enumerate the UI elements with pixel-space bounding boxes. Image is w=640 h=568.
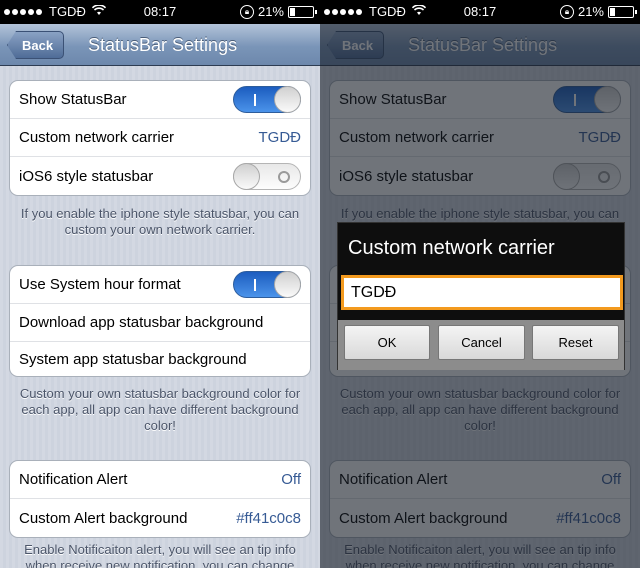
- signal-strength-icon: [4, 8, 42, 15]
- dialog-button-bar: OK Cancel Reset: [338, 320, 624, 370]
- notification-alert-row[interactable]: Notification Alert Off: [10, 461, 310, 499]
- statusbar-settings-group: Show StatusBar Custom network carrier TG…: [9, 80, 311, 196]
- wifi-icon: [411, 3, 426, 19]
- hour-background-group: Use System hour format Download app stat…: [9, 265, 311, 377]
- rotation-lock-icon: 🔒︎: [239, 4, 254, 19]
- carrier-name: TGDĐ: [49, 4, 86, 19]
- background-footer-text: Custom your own statusbar background col…: [19, 386, 301, 433]
- alert-group: Notification Alert Off Custom Alert back…: [9, 460, 311, 538]
- dialog-title: Custom network carrier: [348, 237, 555, 259]
- system-hour-label: Use System hour format: [19, 276, 181, 293]
- battery-percent: 21%: [257, 4, 284, 19]
- custom-carrier-value: TGDĐ: [258, 129, 302, 146]
- status-bar: TGDĐ 08:17 🔒︎ 21%: [320, 0, 640, 24]
- alert-footer-text: Enable Notificaiton alert, you will see …: [24, 542, 296, 568]
- carrier-name: TGDĐ: [369, 4, 406, 19]
- download-bg-row[interactable]: Download app statusbar background: [10, 304, 310, 342]
- rotation-lock-icon: 🔒︎: [559, 4, 574, 19]
- custom-carrier-label: Custom network carrier: [19, 129, 175, 146]
- cancel-button[interactable]: Cancel: [438, 325, 525, 360]
- custom-carrier-row[interactable]: Custom network carrier TGDĐ: [10, 119, 310, 157]
- download-bg-label: Download app statusbar background: [19, 314, 264, 331]
- back-button[interactable]: Back: [7, 31, 65, 59]
- battery-icon: [608, 5, 637, 18]
- navigation-bar: Back StatusBar Settings: [0, 24, 320, 66]
- show-statusbar-label: Show StatusBar: [19, 91, 127, 108]
- status-bar: TGDĐ 08:17 🔒︎ 21%: [0, 0, 320, 24]
- system-hour-toggle[interactable]: [233, 271, 301, 298]
- custom-alert-bg-row[interactable]: Custom Alert background #ff41c0c8: [10, 499, 310, 537]
- show-statusbar-row[interactable]: Show StatusBar: [10, 81, 310, 119]
- system-bg-label: System app statusbar background: [19, 350, 247, 368]
- custom-alert-bg-label: Custom Alert background: [19, 509, 188, 527]
- ios6-style-toggle[interactable]: [233, 162, 301, 190]
- carrier-dialog: Custom network carrier TGDĐ OK Cancel Re…: [337, 222, 625, 370]
- battery-percent: 21%: [577, 4, 604, 19]
- ios6-style-label: iOS6 style statusbar: [19, 167, 154, 185]
- system-bg-row[interactable]: System app statusbar background: [10, 342, 310, 376]
- notification-alert-label: Notification Alert: [19, 471, 128, 488]
- battery-icon: [288, 5, 317, 18]
- page-title: StatusBar Settings: [88, 34, 238, 55]
- reset-button[interactable]: Reset: [532, 325, 619, 360]
- show-statusbar-toggle[interactable]: [233, 86, 301, 113]
- custom-alert-bg-value: #ff41c0c8: [236, 509, 301, 527]
- system-hour-row[interactable]: Use System hour format: [10, 266, 310, 304]
- carrier-input[interactable]: TGDĐ: [341, 275, 623, 310]
- signal-strength-icon: [324, 8, 362, 15]
- carrier-footer-text: If you enable the iphone style statusbar…: [20, 206, 300, 237]
- wifi-icon: [91, 3, 106, 19]
- settings-screen: TGDĐ 08:17 🔒︎ 21% Back StatusBar Setting…: [0, 0, 320, 568]
- ios6-style-row[interactable]: iOS6 style statusbar: [10, 157, 310, 195]
- ok-button[interactable]: OK: [344, 325, 430, 360]
- notification-alert-value: Off: [281, 471, 301, 488]
